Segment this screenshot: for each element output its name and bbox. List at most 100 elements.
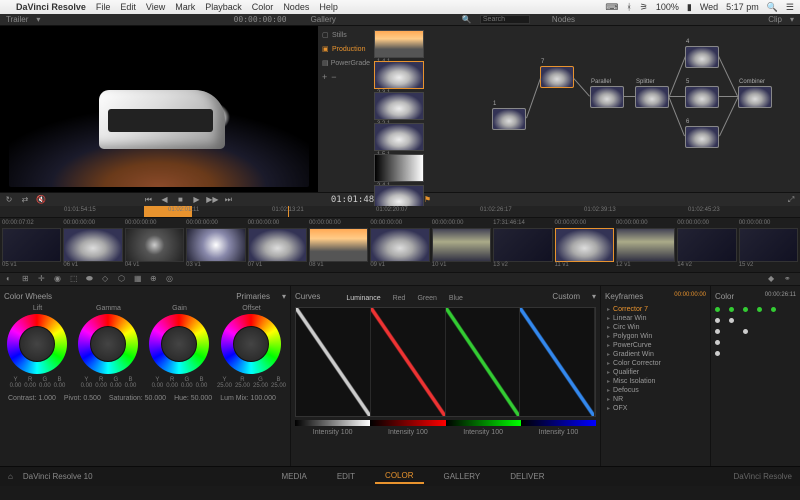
stop-button[interactable]: ■ bbox=[175, 195, 185, 205]
gallery-thumb[interactable]: 2.3.1 bbox=[374, 61, 424, 89]
page-tab-deliver[interactable]: DELIVER bbox=[500, 470, 554, 483]
color-wheel-lift[interactable]: LiftY0.00R0.00G0.00B0.00 bbox=[4, 305, 71, 389]
keyframe-track[interactable]: OFX bbox=[605, 404, 706, 413]
gallery-thumb[interactable]: 2.4.1 bbox=[374, 154, 424, 182]
color-wheel-gamma[interactable]: GammaY0.00R0.00G0.00B0.00 bbox=[75, 305, 142, 389]
viewer-title[interactable]: Trailer bbox=[6, 15, 28, 24]
param-saturation[interactable]: Saturation: 50.000 bbox=[109, 395, 166, 402]
gallery-thumb[interactable]: 1.5.1 bbox=[374, 123, 424, 151]
node[interactable]: 6 bbox=[685, 126, 719, 148]
nodes-panel[interactable]: 17 Parallel Splitter 4 5 6 Combiner bbox=[480, 26, 800, 192]
node[interactable]: 5 bbox=[685, 86, 719, 108]
app-name[interactable]: DaVinci Resolve bbox=[16, 2, 86, 12]
tool-icon[interactable]: ◇ bbox=[102, 274, 112, 284]
node[interactable]: 4 bbox=[685, 46, 719, 68]
day-text[interactable]: Wed bbox=[700, 2, 718, 12]
keyframe-track[interactable]: Corrector 7 bbox=[605, 305, 706, 314]
clip-thumb[interactable]: 00:00:00:0004 v1 bbox=[125, 220, 184, 270]
time-text[interactable]: 5:17 pm bbox=[726, 2, 759, 12]
node[interactable]: 7 bbox=[540, 66, 574, 88]
keyframe-track[interactable]: Polygon Win bbox=[605, 332, 706, 341]
clip-thumb[interactable]: 00:00:00:0007 v1 bbox=[248, 220, 307, 270]
keyframe-track[interactable]: Color Corrector bbox=[605, 359, 706, 368]
gallery-tab-production[interactable]: ▣Production bbox=[320, 42, 372, 56]
spotlight-icon[interactable]: 🔍 bbox=[767, 2, 778, 13]
prev-button[interactable]: ◀ bbox=[159, 195, 169, 205]
chevron-down-icon[interactable]: ▾ bbox=[282, 292, 286, 301]
node[interactable]: Splitter bbox=[635, 86, 669, 108]
color-wheel-offset[interactable]: OffsetY25.00R25.00G25.00B25.00 bbox=[217, 305, 286, 389]
gallery-remove-button[interactable]: − bbox=[331, 72, 336, 82]
clip-thumb[interactable]: 00:00:00:0015 v2 bbox=[739, 220, 798, 270]
clip-thumb[interactable]: 00:00:00:0003 v1 bbox=[186, 220, 245, 270]
keyframe-track[interactable]: Circ Win bbox=[605, 323, 706, 332]
tool-icon[interactable]: ⊕ bbox=[150, 274, 160, 284]
param-hue[interactable]: Hue: 50.000 bbox=[174, 395, 212, 402]
param-lummix[interactable]: Lum Mix: 100.000 bbox=[220, 395, 276, 402]
tool-icon[interactable]: ⊞ bbox=[22, 274, 32, 284]
curve-tab-blue[interactable]: Blue bbox=[445, 294, 467, 303]
keyboard-icon[interactable]: ⌨ bbox=[605, 2, 618, 13]
menu-edit[interactable]: Edit bbox=[120, 2, 136, 12]
project-name[interactable]: DaVinci Resolve 10 bbox=[23, 472, 93, 481]
page-tab-gallery[interactable]: GALLERY bbox=[434, 470, 491, 483]
param-pivot[interactable]: Pivot: 0.500 bbox=[64, 395, 101, 402]
primaries-tab[interactable]: Primaries bbox=[236, 292, 270, 301]
clip-thumb[interactable]: 00:00:00:0014 v2 bbox=[677, 220, 736, 270]
clip-thumb[interactable]: 00:00:00:0009 v1 bbox=[370, 220, 429, 270]
menu-nodes[interactable]: Nodes bbox=[283, 2, 309, 12]
curve-mode[interactable]: Custom bbox=[552, 292, 580, 305]
play-button[interactable]: ▶ bbox=[191, 195, 201, 205]
timeline-ruler[interactable]: 01:01:54:1501:02:01:1101:02:13:2101:02:2… bbox=[0, 206, 800, 218]
last-frame-button[interactable]: ⏭ bbox=[223, 195, 233, 205]
expand-icon[interactable]: ⤢ bbox=[786, 195, 796, 205]
loop-icon[interactable]: ↻ bbox=[4, 195, 14, 205]
first-frame-button[interactable]: ⏮ bbox=[143, 195, 153, 205]
keyframe-dots[interactable] bbox=[715, 307, 796, 356]
mute-icon[interactable]: 🔇 bbox=[36, 195, 46, 205]
param-contrast[interactable]: Contrast: 1.000 bbox=[8, 395, 56, 402]
chevron-down-icon[interactable]: ▾ bbox=[36, 15, 40, 24]
menu-help[interactable]: Help bbox=[319, 2, 338, 12]
clip-thumb[interactable]: 00:00:00:0011 v1 bbox=[555, 220, 614, 270]
curve-tab-red[interactable]: Red bbox=[389, 294, 410, 303]
clip-thumb[interactable]: 00:00:07:0205 v1 bbox=[2, 220, 61, 270]
keyframe-track[interactable]: Linear Win bbox=[605, 314, 706, 323]
menu-mark[interactable]: Mark bbox=[175, 2, 195, 12]
curve-tab-green[interactable]: Green bbox=[413, 294, 440, 303]
clip-thumb[interactable]: 17:31:46:1413 v2 bbox=[493, 220, 552, 270]
node[interactable]: Combiner bbox=[738, 86, 772, 108]
gallery-tab-stills[interactable]: ▢Stills bbox=[320, 28, 372, 42]
home-icon[interactable]: ⌂ bbox=[8, 472, 13, 481]
curve-tab-lum[interactable]: Luminance bbox=[342, 294, 384, 303]
link-icon[interactable]: ⚭ bbox=[784, 274, 794, 284]
tool-icon[interactable]: ◉ bbox=[54, 274, 64, 284]
gallery-tab-powergrade[interactable]: ▤PowerGrade bbox=[320, 56, 372, 70]
menu-file[interactable]: File bbox=[96, 2, 111, 12]
node[interactable]: 1 bbox=[492, 108, 526, 130]
flag-icon[interactable]: ⚑ bbox=[422, 195, 432, 205]
tool-icon[interactable]: ✛ bbox=[38, 274, 48, 284]
menu-color[interactable]: Color bbox=[252, 2, 274, 12]
keyframe-track[interactable]: Qualifier bbox=[605, 368, 706, 377]
menu-view[interactable]: View bbox=[146, 2, 165, 12]
menu-playback[interactable]: Playback bbox=[205, 2, 242, 12]
node[interactable]: Parallel bbox=[590, 86, 624, 108]
tool-icon[interactable]: ▦ bbox=[134, 274, 144, 284]
bluetooth-icon[interactable]: ᚼ bbox=[626, 2, 631, 12]
page-tab-media[interactable]: MEDIA bbox=[271, 470, 316, 483]
keyframe-tool-icon[interactable]: ◆ bbox=[768, 274, 778, 284]
clip-thumb[interactable]: 00:00:00:0010 v1 bbox=[432, 220, 491, 270]
search-input[interactable] bbox=[480, 15, 530, 24]
clip-thumb[interactable]: 00:00:00:0008 v1 bbox=[309, 220, 368, 270]
chevron-down-icon[interactable]: ▾ bbox=[592, 292, 596, 305]
keyframe-track[interactable]: Misc Isolation bbox=[605, 377, 706, 386]
keyframe-track[interactable]: PowerCurve bbox=[605, 341, 706, 350]
keyframe-track[interactable]: Defocus bbox=[605, 386, 706, 395]
next-button[interactable]: ▶▶ bbox=[207, 195, 217, 205]
keyframe-track[interactable]: Gradient Win bbox=[605, 350, 706, 359]
wifi-icon[interactable]: ⚞ bbox=[640, 2, 648, 13]
page-tab-color[interactable]: COLOR bbox=[375, 469, 423, 484]
gallery-thumb[interactable]: 3.2.1 bbox=[374, 92, 424, 120]
tool-icon[interactable]: ⬬ bbox=[86, 274, 96, 284]
